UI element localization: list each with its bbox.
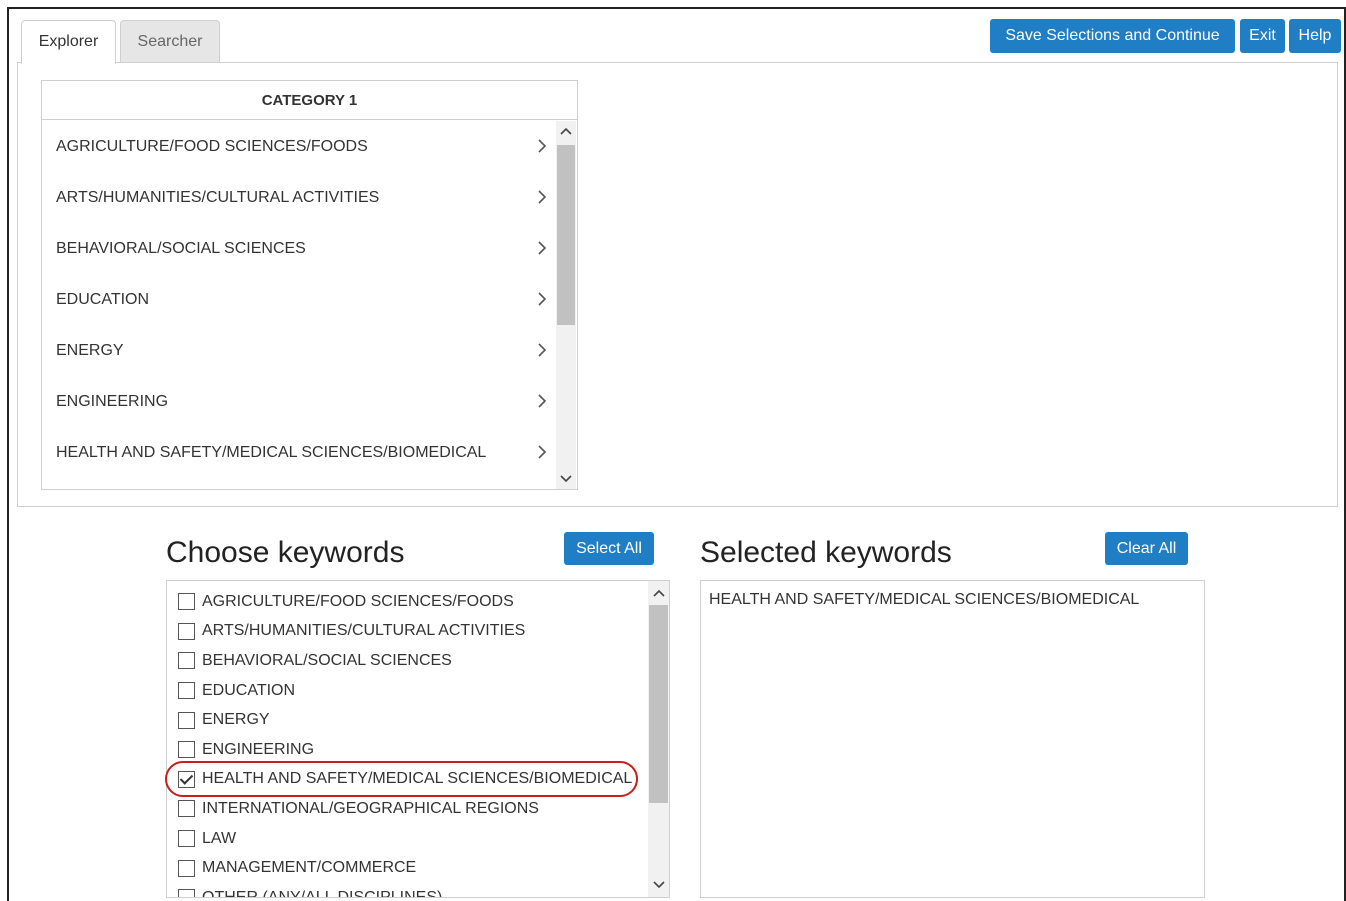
checkbox[interactable] [178,652,195,670]
category-item[interactable]: EDUCATION [42,274,556,325]
selected-keywords-box: HEALTH AND SAFETY/MEDICAL SCIENCES/BIOME… [700,580,1205,898]
tab-searcher[interactable]: Searcher [120,20,220,62]
category-item[interactable]: AGRICULTURE/FOOD SCIENCES/FOODS [42,121,556,172]
chevron-right-icon [538,394,547,408]
keyword-item[interactable]: EDUCATION [167,676,647,706]
keyword-item[interactable]: LAW [167,824,647,854]
keyword-label: ARTS/HUMANITIES/CULTURAL ACTIVITIES [202,622,526,640]
selected-keyword-item[interactable]: HEALTH AND SAFETY/MEDICAL SCIENCES/BIOME… [709,591,1139,609]
chevron-up-icon[interactable] [556,123,576,139]
keyword-item[interactable]: ENERGY [167,705,647,735]
checkbox[interactable] [178,593,195,611]
checkbox[interactable] [178,889,195,897]
select-all-button[interactable]: Select All [564,532,654,565]
checkbox[interactable] [178,682,195,700]
keyword-label: INTERNATIONAL/GEOGRAPHICAL REGIONS [202,799,539,817]
chevron-right-icon [538,445,547,459]
category-scrollbar[interactable] [556,121,576,489]
category-item-label: EDUCATION [56,290,150,308]
chevron-right-icon [538,139,547,153]
category-item-label: ENGINEERING [56,392,169,410]
category-item-label: HEALTH AND SAFETY/MEDICAL SCIENCES/BIOME… [56,443,487,461]
keyword-item[interactable]: MANAGEMENT/COMMERCE [167,853,647,883]
keyword-label: ENGINEERING [202,740,315,758]
category-item[interactable]: HEALTH AND SAFETY/MEDICAL SCIENCES/BIOME… [42,427,556,478]
category-scrollbar-thumb[interactable] [557,145,575,325]
chevron-right-icon [538,292,547,306]
keyword-item[interactable]: BEHAVIORAL/SOCIAL SCIENCES [167,646,647,676]
clear-all-button[interactable]: Clear All [1105,532,1188,565]
chevron-down-icon[interactable] [556,471,576,487]
category-item-label: AGRICULTURE/FOOD SCIENCES/FOODS [56,137,368,155]
checkbox[interactable] [178,830,195,848]
checkbox[interactable] [178,622,195,640]
keyword-label: MANAGEMENT/COMMERCE [202,859,417,877]
choose-keywords-title: Choose keywords [166,536,405,569]
selected-keywords-title: Selected keywords [700,536,952,569]
tab-explorer[interactable]: Explorer [21,20,116,64]
keyword-item[interactable]: AGRICULTURE/FOOD SCIENCES/FOODS [167,587,647,617]
choose-keywords-list: AGRICULTURE/FOOD SCIENCES/FOODS ARTS/HUM… [167,587,647,898]
chevron-up-icon[interactable] [648,585,669,601]
checkbox[interactable] [178,741,195,759]
checkbox[interactable] [178,711,195,729]
keyword-label: ENERGY [202,711,270,729]
exit-button[interactable]: Exit [1240,19,1285,53]
keyword-item[interactable]: ARTS/HUMANITIES/CULTURAL ACTIVITIES [167,617,647,647]
category-item-label: ARTS/HUMANITIES/CULTURAL ACTIVITIES [56,188,380,206]
keyword-label: OTHER (ANY/ALL DISCIPLINES) [202,888,443,898]
category-item[interactable]: ENGINEERING [42,376,556,427]
help-button[interactable]: Help [1289,19,1341,53]
category-item[interactable]: ENERGY [42,325,556,376]
choose-keywords-list-box: AGRICULTURE/FOOD SCIENCES/FOODS ARTS/HUM… [166,580,670,898]
highlight-ring [165,761,638,797]
category-list-box: CATEGORY 1 AGRICULTURE/FOOD SCIENCES/FOO… [41,80,578,490]
keyword-label: AGRICULTURE/FOOD SCIENCES/FOODS [202,592,514,610]
keyword-item[interactable]: OTHER (ANY/ALL DISCIPLINES) [167,883,647,898]
category-item-label: ENERGY [56,341,124,359]
chevron-right-icon [538,343,547,357]
save-selections-button[interactable]: Save Selections and Continue [990,19,1235,53]
keywords-scrollbar[interactable] [648,581,669,897]
category-item-label: BEHAVIORAL/SOCIAL SCIENCES [56,239,306,257]
category-list: AGRICULTURE/FOOD SCIENCES/FOODS ARTS/HUM… [42,121,556,489]
category-header: CATEGORY 1 [42,81,577,120]
chevron-right-icon [538,241,547,255]
keyword-label: BEHAVIORAL/SOCIAL SCIENCES [202,651,452,669]
keyword-item[interactable]: INTERNATIONAL/GEOGRAPHICAL REGIONS [167,794,647,824]
keywords-scrollbar-thumb[interactable] [649,605,668,803]
category-item[interactable]: BEHAVIORAL/SOCIAL SCIENCES [42,223,556,274]
checkbox[interactable] [178,800,195,818]
chevron-right-icon [538,190,547,204]
keyword-label: EDUCATION [202,681,296,699]
category-item[interactable]: ARTS/HUMANITIES/CULTURAL ACTIVITIES [42,172,556,223]
chevron-down-icon[interactable] [648,877,669,893]
checkbox[interactable] [178,859,195,877]
keyword-label: LAW [202,829,237,847]
